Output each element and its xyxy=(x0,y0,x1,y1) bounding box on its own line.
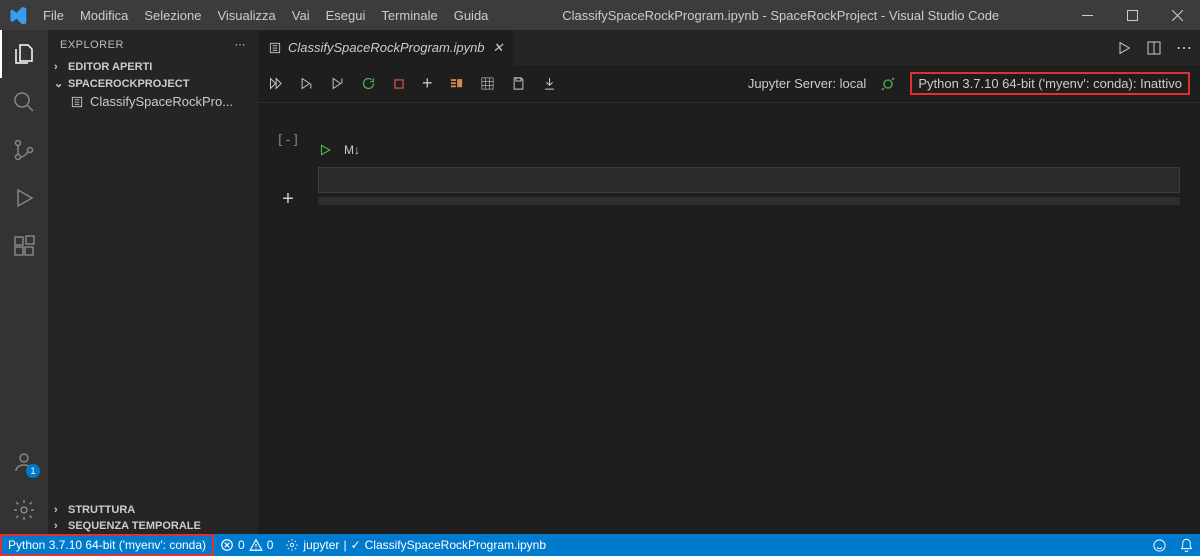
extensions-icon[interactable] xyxy=(0,222,48,270)
file-tree-item[interactable]: ClassifySpaceRockPro... xyxy=(48,92,258,111)
run-all-icon[interactable] xyxy=(268,76,283,91)
search-icon[interactable] xyxy=(0,78,48,126)
file-name: ClassifySpaceRockPro... xyxy=(90,94,233,109)
status-python-env[interactable]: Python 3.7.10 64-bit ('myenv': conda) xyxy=(0,534,214,556)
timeline-label: SEQUENZA TEMPORALE xyxy=(68,520,201,532)
tab-label: ClassifySpaceRockProgram.ipynb xyxy=(288,40,485,55)
menu-run[interactable]: Esegui xyxy=(318,0,374,30)
run-debug-icon[interactable] xyxy=(0,174,48,222)
tab-bar: ClassifySpaceRockProgram.ipynb ✕ ⋯ xyxy=(258,30,1200,65)
menu-file[interactable]: File xyxy=(35,0,72,30)
status-notifications-icon[interactable] xyxy=(1173,534,1200,556)
jupyter-label: jupyter xyxy=(303,538,339,552)
markdown-label[interactable]: M↓ xyxy=(344,143,360,157)
more-icon[interactable]: ⋯ xyxy=(235,38,247,51)
accounts-badge: 1 xyxy=(26,464,40,478)
warning-count: 0 xyxy=(267,538,274,552)
tab-notebook[interactable]: ClassifySpaceRockProgram.ipynb ✕ xyxy=(258,30,514,65)
timeline-section[interactable]: › SEQUENZA TEMPORALE xyxy=(48,518,258,534)
interrupt-icon[interactable] xyxy=(392,77,406,91)
chevron-right-icon: › xyxy=(54,61,68,73)
add-cell-below-icon[interactable]: + xyxy=(282,188,294,211)
server-status-icon xyxy=(880,76,896,92)
window-title: ClassifySpaceRockProgram.ipynb - SpaceRo… xyxy=(496,8,1065,23)
data-viewer-icon[interactable] xyxy=(480,76,495,91)
run-above-icon[interactable] xyxy=(299,76,314,91)
vscode-logo xyxy=(0,6,35,24)
menu-help[interactable]: Guida xyxy=(446,0,497,30)
project-section[interactable]: ⌄ SPACEROCKPROJECT xyxy=(48,75,258,92)
menu-go[interactable]: Vai xyxy=(284,0,318,30)
status-jupyter[interactable]: jupyter | ✓ ClassifySpaceRockProgram.ipy… xyxy=(279,534,552,556)
menu-edit[interactable]: Modifica xyxy=(72,0,136,30)
jupyter-server-label[interactable]: Jupyter Server: local xyxy=(748,76,867,91)
variables-icon[interactable] xyxy=(449,76,464,91)
restart-icon[interactable] xyxy=(361,76,376,91)
explorer-title: EXPLORER xyxy=(60,39,124,51)
cell-separator xyxy=(318,197,1180,205)
accounts-icon[interactable]: 1 xyxy=(0,438,48,486)
notebook-file-icon xyxy=(70,95,84,109)
chevron-down-icon: ⌄ xyxy=(54,77,68,90)
kernel-selector[interactable]: Python 3.7.10 64-bit ('myenv': conda): I… xyxy=(910,72,1190,95)
status-feedback-icon[interactable] xyxy=(1146,534,1173,556)
structure-section[interactable]: › STRUTTURA xyxy=(48,502,258,518)
close-window-button[interactable] xyxy=(1155,0,1200,30)
status-problems[interactable]: 0 0 xyxy=(214,534,279,556)
notebook-area: [-] + M↓ xyxy=(258,103,1200,534)
structure-label: STRUTTURA xyxy=(68,504,135,516)
activity-bar: 1 xyxy=(0,30,48,534)
save-icon[interactable] xyxy=(511,76,526,91)
chevron-right-icon: › xyxy=(54,504,68,516)
split-editor-icon[interactable] xyxy=(1146,40,1162,56)
add-cell-icon[interactable]: + xyxy=(422,73,433,94)
separator: | xyxy=(343,538,346,552)
more-actions-icon[interactable]: ⋯ xyxy=(1176,38,1192,58)
notebook-toolbar: + Jupyter Server: local Python 3.7.10 64… xyxy=(258,65,1200,103)
status-file-name: ClassifySpaceRockProgram.ipynb xyxy=(365,538,546,552)
close-tab-icon[interactable]: ✕ xyxy=(493,40,504,56)
editor-area: ClassifySpaceRockProgram.ipynb ✕ ⋯ + xyxy=(258,30,1200,534)
menu-terminal[interactable]: Terminale xyxy=(373,0,445,30)
export-icon[interactable] xyxy=(542,76,557,91)
run-below-icon[interactable] xyxy=(330,76,345,91)
error-count: 0 xyxy=(238,538,245,552)
editors-open-label: EDITOR APERTI xyxy=(68,61,152,73)
titlebar: File Modifica Selezione Visualizza Vai E… xyxy=(0,0,1200,30)
cell-input[interactable] xyxy=(318,167,1180,193)
settings-gear-icon[interactable] xyxy=(0,486,48,534)
minimize-button[interactable] xyxy=(1065,0,1110,30)
maximize-button[interactable] xyxy=(1110,0,1155,30)
menu-selection[interactable]: Selezione xyxy=(136,0,209,30)
menu-view[interactable]: Visualizza xyxy=(209,0,283,30)
explorer-sidebar: EXPLORER ⋯ › EDITOR APERTI ⌄ SPACEROCKPR… xyxy=(48,30,258,534)
editors-open-section[interactable]: › EDITOR APERTI xyxy=(48,59,258,75)
status-bar: Python 3.7.10 64-bit ('myenv': conda) 0 … xyxy=(0,534,1200,556)
source-control-icon[interactable] xyxy=(0,126,48,174)
run-icon[interactable] xyxy=(1116,40,1132,56)
chevron-right-icon: › xyxy=(54,520,68,532)
cell-prompt: [-] xyxy=(276,133,299,148)
explorer-icon[interactable] xyxy=(0,30,48,78)
check-icon: ✓ xyxy=(351,538,361,552)
run-cell-icon[interactable] xyxy=(318,143,332,157)
notebook-file-icon xyxy=(268,41,282,55)
project-label: SPACEROCKPROJECT xyxy=(68,78,189,90)
